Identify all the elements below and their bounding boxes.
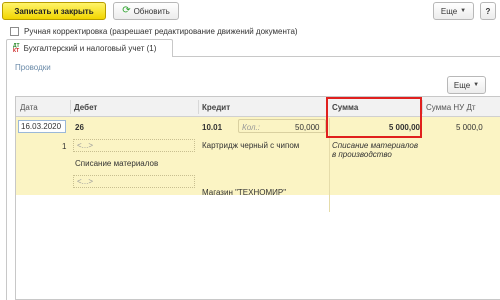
- sum-value[interactable]: 5 000,00: [380, 123, 420, 132]
- credit-account[interactable]: 10.01: [202, 123, 222, 132]
- column-credit[interactable]: Кредит: [198, 97, 326, 117]
- section-title: Проводки: [15, 63, 51, 72]
- quantity-label: Кол.:: [242, 123, 260, 132]
- sum-nu-dt-value[interactable]: 5 000,0: [456, 123, 483, 132]
- refresh-button[interactable]: ⟳ Обновить: [113, 2, 179, 20]
- manual-correction-label[interactable]: Ручная корректировка (разрешает редактир…: [24, 27, 298, 36]
- manual-correction-checkbox[interactable]: [10, 26, 19, 36]
- sum-column-area: [329, 118, 422, 212]
- chevron-down-icon: ▼: [460, 8, 467, 14]
- more-button[interactable]: Еще ▼: [433, 2, 474, 20]
- grid-more-button[interactable]: Еще ▼: [447, 76, 486, 94]
- refresh-icon: ⟳: [122, 5, 131, 16]
- save-and-close-label: Записать и закрыть: [14, 6, 94, 16]
- line-number: 1: [62, 142, 67, 151]
- toolbar: Записать и закрыть ⟳ Обновить Еще ▼ ?: [0, 0, 500, 22]
- column-debit[interactable]: Дебет: [70, 97, 198, 117]
- tab-accounting[interactable]: ДТ КТ Бухгалтерский и налоговый учет (1): [6, 39, 173, 57]
- chevron-down-icon: ▼: [473, 82, 480, 88]
- debit-placeholder-2[interactable]: <...>: [73, 175, 195, 188]
- column-sum-nu-dt[interactable]: Сумма НУ Дт: [422, 97, 500, 117]
- save-and-close-button[interactable]: Записать и закрыть: [2, 2, 106, 20]
- debit-subconto[interactable]: Списание материалов: [75, 159, 158, 168]
- help-label: ?: [485, 6, 491, 16]
- help-button[interactable]: ?: [480, 2, 496, 20]
- column-sum[interactable]: Сумма: [328, 97, 422, 117]
- manual-correction-row: Ручная корректировка (разрешает редактир…: [10, 25, 298, 37]
- credit-subconto-2[interactable]: Магазин "ТЕХНОМИР": [202, 188, 286, 197]
- entry-content[interactable]: Списание материалов в производство: [332, 141, 420, 159]
- credit-subconto-1[interactable]: Картридж черный с чипом: [202, 141, 299, 150]
- table-header: Дата Дебет Кредит Сумма Сумма НУ Дт: [16, 97, 500, 117]
- grid-more-label: Еще: [453, 80, 471, 90]
- column-date[interactable]: Дата: [16, 97, 70, 117]
- date-cell[interactable]: 16.03.2020: [18, 120, 66, 133]
- quantity-value: 50,000: [295, 123, 320, 132]
- tab-accounting-label: Бухгалтерский и налоговый учет (1): [23, 44, 157, 53]
- refresh-label: Обновить: [133, 6, 170, 16]
- entries-table: Дата Дебет Кредит Сумма Сумма НУ Дт 16.0…: [15, 96, 500, 300]
- dt-kt-icon: ДТ КТ: [13, 42, 20, 54]
- more-label: Еще: [440, 6, 458, 16]
- debit-account[interactable]: 26: [75, 123, 84, 132]
- debit-placeholder[interactable]: <...>: [73, 139, 195, 152]
